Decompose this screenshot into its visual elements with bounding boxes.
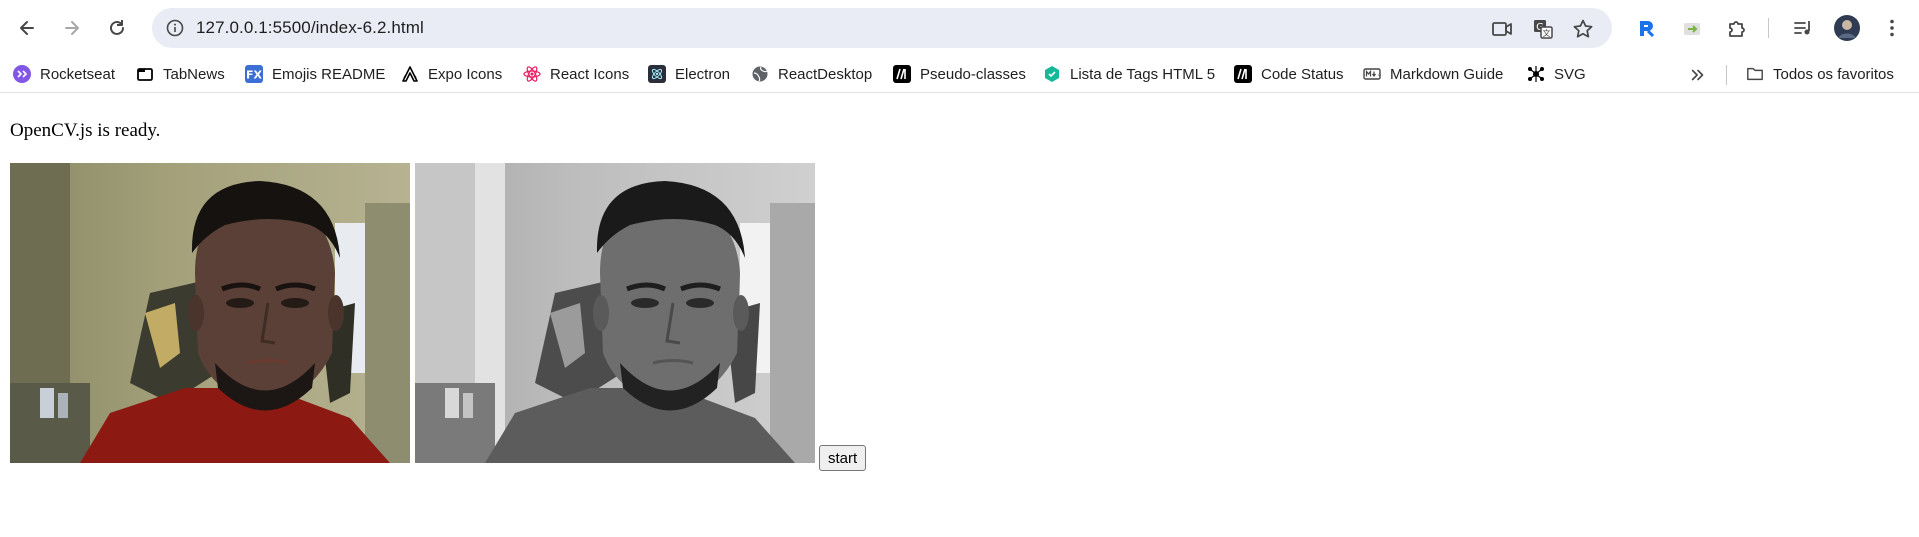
bookmark-electron[interactable]: Electron xyxy=(648,61,730,87)
bookmark-label: React Icons xyxy=(550,65,630,83)
arrow-left-icon xyxy=(20,21,34,35)
star-icon xyxy=(1573,19,1593,38)
all-bookmarks-button[interactable]: Todos os favoritos xyxy=(1746,61,1894,87)
react-icon xyxy=(523,65,541,83)
extension-green-icon xyxy=(1684,23,1700,35)
extension-blue-button[interactable] xyxy=(1632,13,1662,43)
info-icon[interactable] xyxy=(166,19,184,37)
reload-icon xyxy=(110,20,124,35)
translate-button[interactable]: G文 xyxy=(1531,17,1555,41)
media-controls-icon xyxy=(1794,21,1810,35)
address-bar[interactable]: 127.0.0.1:5500/index-6.2.html G文 xyxy=(152,8,1612,48)
bookmark-label: TabNews xyxy=(163,65,225,83)
bookmark-rocketseat[interactable]: Rocketseat xyxy=(13,61,115,87)
bookmark-label: Rocketseat xyxy=(40,65,116,83)
menu-button[interactable] xyxy=(1877,13,1907,43)
svg-text:FX: FX xyxy=(246,69,263,82)
bookmark-reactdesktop[interactable]: ReactDesktop xyxy=(751,61,872,87)
avatar xyxy=(1834,15,1860,41)
markdown-icon: 4 xyxy=(1363,65,1381,83)
bookmark-label: Markdown Guide xyxy=(1390,65,1504,83)
tabnews-icon xyxy=(136,65,154,83)
arrow-right-icon xyxy=(65,21,79,35)
folder-icon xyxy=(1746,65,1764,83)
translate-icon: G文 xyxy=(1534,20,1553,39)
toolbar-divider xyxy=(1768,18,1769,38)
globe-icon xyxy=(751,65,769,83)
bookmark-label: SVG xyxy=(1554,65,1586,83)
camera-indicator[interactable] xyxy=(1490,17,1514,41)
grayscale-camera-feed xyxy=(415,163,815,463)
bookmark-svg[interactable]: SVG xyxy=(1527,61,1586,87)
bookmark-label: Expo Icons xyxy=(428,65,503,83)
extension-blue-icon xyxy=(1640,21,1655,38)
bookmark-code-status[interactable]: Code Status xyxy=(1234,61,1344,87)
media-controls-button[interactable] xyxy=(1788,13,1818,43)
bookmark-expo-icons[interactable]: Expo Icons xyxy=(401,61,502,87)
reload-button[interactable] xyxy=(102,13,132,43)
bookmarks-bar: Rocketseat TabNews FX Emojis README Expo… xyxy=(0,55,1919,93)
color-camera-feed xyxy=(10,163,410,463)
profile-button[interactable] xyxy=(1832,13,1862,43)
bookmark-lista-de-tags[interactable]: Lista de Tags HTML 5 xyxy=(1043,61,1215,87)
status-text: OpenCV.js is ready. xyxy=(10,120,161,141)
rocketseat-icon xyxy=(13,65,31,83)
bookmarks-divider xyxy=(1726,65,1727,85)
forward-button[interactable] xyxy=(57,13,87,43)
camera-icon xyxy=(1492,22,1512,36)
mdn-icon xyxy=(893,65,911,83)
bookmark-label: Pseudo-classes xyxy=(920,65,1026,83)
bookmark-pseudo-classes[interactable]: Pseudo-classes xyxy=(893,61,1026,87)
hexagon-icon xyxy=(1043,65,1061,83)
bookmark-label: Code Status xyxy=(1261,65,1344,83)
all-bookmarks-label: Todos os favoritos xyxy=(1773,65,1894,83)
expo-icon xyxy=(401,65,419,83)
mdn-icon xyxy=(1234,65,1252,83)
bookmark-label: Electron xyxy=(675,65,731,83)
bookmark-star-button[interactable] xyxy=(1571,17,1595,41)
svg-icon xyxy=(1527,65,1545,83)
back-button[interactable] xyxy=(12,13,42,43)
bookmark-label: Emojis README xyxy=(272,65,386,83)
bookmark-emojis-readme[interactable]: FX Emojis README xyxy=(245,61,385,87)
kebab-menu-icon xyxy=(1890,19,1894,37)
chevron-double-right-icon xyxy=(1691,69,1704,81)
url-text[interactable]: 127.0.0.1:5500/index-6.2.html xyxy=(196,18,424,38)
puzzle-icon xyxy=(1729,21,1745,37)
browser-toolbar: 127.0.0.1:5500/index-6.2.html G文 xyxy=(0,0,1919,55)
bookmark-react-icons[interactable]: React Icons xyxy=(523,61,629,87)
extensions-button[interactable] xyxy=(1722,13,1752,43)
fx-icon: FX xyxy=(245,65,263,83)
extension-green-button[interactable] xyxy=(1677,13,1707,43)
page-content: OpenCV.js is ready. start xyxy=(0,94,1919,537)
bookmark-tabnews[interactable]: TabNews xyxy=(136,61,225,87)
electron-icon xyxy=(648,65,666,83)
bookmark-markdown-guide[interactable]: 4 Markdown Guide xyxy=(1363,61,1503,87)
svg-text:文: 文 xyxy=(1543,28,1551,38)
svg-text:4: 4 xyxy=(1378,73,1381,79)
bookmark-label: Lista de Tags HTML 5 xyxy=(1070,65,1216,83)
start-button[interactable]: start xyxy=(819,445,867,471)
bookmarks-overflow-button[interactable] xyxy=(1688,65,1708,85)
bookmark-label: ReactDesktop xyxy=(778,65,873,83)
